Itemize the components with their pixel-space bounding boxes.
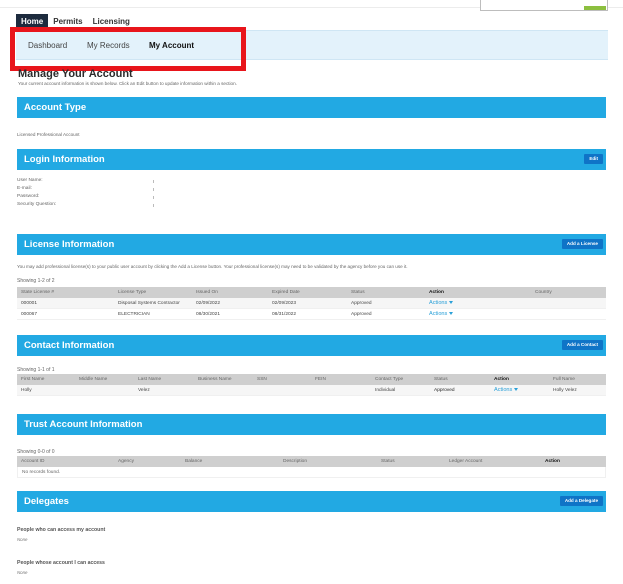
account-type-value: Licensed Professional Account: [17, 132, 80, 137]
col-description[interactable]: Description: [283, 459, 307, 464]
col-last-name[interactable]: Last Name: [138, 377, 161, 382]
trust-account-table: Account ID Agency Balance Description St…: [17, 456, 606, 478]
caret-down-icon: [449, 301, 454, 305]
highlight-annotation-box: [10, 27, 246, 71]
caret-down-icon: [449, 312, 454, 316]
empty-row: No records found.: [17, 467, 606, 478]
col-contact-type[interactable]: Contact Type: [375, 377, 403, 382]
trust-account-title: Trust Account Information: [24, 419, 143, 430]
expired-date: 02/09/2023: [272, 301, 297, 306]
col-ledger-account[interactable]: Ledger Account: [449, 459, 482, 464]
license-table-header: State License # License Type Issued On E…: [17, 287, 606, 298]
license-showing-count: Showing 1-2 of 2: [17, 278, 55, 284]
table-row: 000001 Disposal Systems Contractor 02/09…: [17, 298, 606, 309]
license-info-title: License Information: [24, 239, 115, 250]
login-info-title: Login Information: [24, 154, 105, 165]
col-agency[interactable]: Agency: [118, 459, 134, 464]
i-can-access-value: None: [17, 570, 28, 575]
col-status[interactable]: Status: [381, 459, 395, 464]
username-label: User Name:: [17, 178, 43, 183]
delegates-title: Delegates: [24, 496, 69, 507]
col-first-name[interactable]: First Name: [21, 377, 44, 382]
license-type: Disposal Systems Contractor: [118, 301, 180, 306]
license-info-header: License Information Add a License: [17, 234, 606, 255]
actions-label[interactable]: Actions: [494, 387, 512, 393]
contact-table: First Name Middle Name Last Name Busines…: [17, 374, 606, 396]
col-action: Action: [429, 290, 444, 295]
account-type-title: Account Type: [24, 102, 87, 113]
trust-showing-count: Showing 0-0 of 0: [17, 449, 55, 455]
col-status[interactable]: Status: [434, 377, 448, 382]
contact-table-header: First Name Middle Name Last Name Busines…: [17, 374, 606, 385]
full-name: Holly Velez: [553, 388, 577, 393]
who-can-access-value: None: [17, 537, 28, 542]
contact-info-title: Contact Information: [24, 340, 115, 351]
status: Approved: [351, 312, 372, 317]
license-number: 000001: [21, 301, 38, 306]
col-license-type[interactable]: License Type: [118, 290, 146, 295]
last-name: Velez: [138, 388, 150, 393]
license-type: ELECTRICIAN: [118, 312, 150, 317]
caret-down-icon: [514, 388, 519, 392]
i-can-access-label: People whose account I can access: [17, 560, 105, 566]
col-status[interactable]: Status: [351, 290, 365, 295]
actions-dropdown[interactable]: Actions: [429, 300, 454, 306]
username-value: [153, 180, 154, 183]
password-value: [153, 196, 154, 199]
col-action: Action: [494, 377, 509, 382]
col-state-license[interactable]: State License #: [21, 290, 54, 295]
col-expired-date[interactable]: Expired Date: [272, 290, 300, 295]
email-label: E-mail:: [17, 186, 32, 191]
col-middle-name[interactable]: Middle Name: [79, 377, 107, 382]
email-value: [153, 188, 154, 191]
actions-dropdown[interactable]: Actions: [429, 311, 454, 317]
table-row: 000067 ELECTRICIAN 08/30/2021 08/31/2022…: [17, 309, 606, 320]
contact-info-header: Contact Information Add a Contact: [17, 335, 606, 356]
login-info-header: Login Information Edit: [17, 149, 606, 170]
trust-account-header: Trust Account Information: [17, 414, 606, 435]
actions-dropdown[interactable]: Actions: [494, 387, 519, 393]
security-question-value: [153, 204, 154, 207]
who-can-access-label: People who can access my account: [17, 527, 106, 533]
add-contact-button[interactable]: Add a Contact: [561, 340, 603, 350]
col-issued-on[interactable]: Issued On: [196, 290, 218, 295]
contact-showing-count: Showing 1-1 of 1: [17, 367, 55, 373]
account-type-header: Account Type: [17, 97, 606, 118]
edit-login-button[interactable]: Edit: [584, 154, 603, 164]
actions-label[interactable]: Actions: [429, 311, 447, 317]
col-full-name[interactable]: Full Name: [553, 377, 575, 382]
col-fein[interactable]: FEIN: [315, 377, 326, 382]
expired-date: 08/31/2022: [272, 312, 297, 317]
col-action: Action: [545, 459, 560, 464]
col-ssn[interactable]: SSN: [257, 377, 267, 382]
page-title: Manage Your Account: [18, 68, 133, 80]
license-number: 000067: [21, 312, 38, 317]
page-description: Your current account information is show…: [18, 81, 237, 86]
license-table: State License # License Type Issued On E…: [17, 287, 606, 320]
status: Approved: [434, 388, 455, 393]
password-label: Password:: [17, 194, 40, 199]
issued-on: 02/09/2022: [196, 301, 221, 306]
table-row: Holly Velez Individual Approved Actions …: [17, 385, 606, 396]
status: Approved: [351, 301, 372, 306]
security-question-label: Security Question:: [17, 202, 57, 207]
add-license-button[interactable]: Add a License: [561, 239, 603, 249]
col-balance[interactable]: Balance: [185, 459, 202, 464]
trust-table-header: Account ID Agency Balance Description St…: [17, 456, 606, 467]
col-business-name[interactable]: Business Name: [198, 377, 232, 382]
first-name: Holly: [21, 388, 32, 393]
actions-label[interactable]: Actions: [429, 300, 447, 306]
global-search-button[interactable]: [584, 6, 606, 10]
col-country[interactable]: Country: [535, 290, 552, 295]
col-account-id[interactable]: Account ID: [21, 459, 44, 464]
add-delegate-button[interactable]: Add a Delegate: [559, 496, 603, 506]
no-records-message: No records found.: [22, 470, 61, 475]
delegates-header: Delegates Add a Delegate: [17, 491, 606, 512]
license-note: You may add professional license(s) to y…: [17, 264, 408, 269]
issued-on: 08/30/2021: [196, 312, 221, 317]
contact-type: Individual: [375, 388, 396, 393]
